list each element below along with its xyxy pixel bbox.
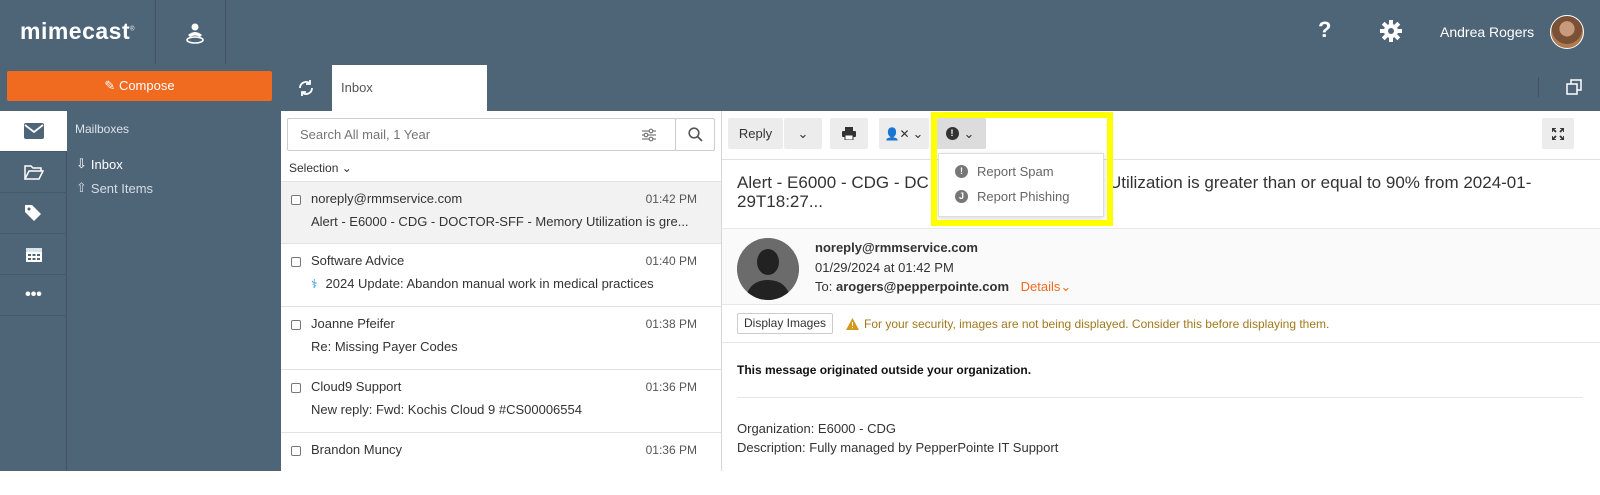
tags-icon[interactable]	[0, 193, 67, 234]
message-subject: 2024 Update: Abandon manual work in medi…	[325, 276, 654, 291]
message-row[interactable]: noreply@rmmservice.com 01:42 PM Alert - …	[281, 181, 721, 244]
reply-button[interactable]: Reply	[728, 118, 783, 149]
popout-icon[interactable]	[1566, 79, 1582, 95]
message-sender: noreply@rmmservice.com	[311, 191, 463, 206]
message-time: 01:40 PM	[645, 254, 697, 268]
details-link[interactable]: Details⌄	[1021, 279, 1072, 294]
body-line: Description: Fully managed by PepperPoin…	[737, 440, 1059, 455]
caduceus-icon: ⚕	[311, 276, 318, 291]
mimecast-logo[interactable]: mimecast®	[20, 18, 135, 45]
help-icon[interactable]: ?	[1318, 17, 1331, 43]
message-sender: Cloud9 Support	[311, 379, 402, 394]
search-button[interactable]	[675, 118, 715, 151]
report-menu-button[interactable]: ! ⌄	[934, 118, 986, 149]
chevron-down-icon: ⌄	[797, 125, 809, 141]
compose-button[interactable]: ✎ Compose	[7, 71, 272, 101]
more-icon[interactable]: •••	[0, 275, 67, 316]
reply-options-button[interactable]: ⌄	[784, 118, 822, 149]
tab-inbox[interactable]: Inbox	[332, 65, 487, 111]
message-to: To: arogers@pepperpointe.com Details⌄	[815, 279, 1072, 294]
envelope-icon[interactable]	[0, 111, 67, 152]
filter-sliders-icon[interactable]	[642, 128, 656, 142]
refresh-icon[interactable]	[297, 79, 315, 97]
message-checkbox[interactable]	[291, 383, 301, 393]
exclamation-icon: !	[945, 127, 959, 140]
icon-rail: •••	[0, 111, 67, 471]
message-subject: Re: Missing Payer Codes	[311, 339, 458, 354]
pencil-icon: ✎	[104, 78, 116, 93]
top-bar: mimecast® ? Andrea Rogers	[0, 0, 1600, 64]
message-subject-heading: Alert - E6000 - CDG - DC y Utilization is…	[737, 173, 1532, 211]
selection-dropdown[interactable]: Selection ⌄	[289, 161, 352, 175]
message-checkbox[interactable]	[291, 320, 301, 330]
message-date: 01/29/2024 at 01:42 PM	[815, 260, 954, 275]
chevron-down-icon: ⌄	[912, 125, 924, 141]
message-row[interactable]: Software Advice 01:40 PM ⚕ 2024 Update: …	[281, 243, 721, 306]
message-time: 01:38 PM	[645, 317, 697, 331]
message-from: noreply@rmmservice.com	[815, 240, 978, 255]
exclamation-icon: !	[955, 165, 968, 178]
warning-icon	[846, 318, 859, 330]
chevron-down-icon: ⌄	[963, 125, 975, 141]
message-time: 01:36 PM	[645, 443, 697, 457]
sidebar-item-inbox[interactable]: ⇩ Inbox	[76, 156, 123, 172]
body-line: Organization: E6000 - CDG	[737, 421, 896, 436]
security-warning: For your security, images are not being …	[846, 317, 1329, 331]
phishing-hook-icon: J	[955, 190, 968, 203]
message-checkbox[interactable]	[291, 195, 301, 205]
sent-icon: ⇧	[76, 180, 87, 195]
print-button[interactable]	[830, 118, 868, 149]
message-toolbar: Reply ⌄ 👤✕ ⌄ ! ⌄	[722, 111, 1600, 160]
display-images-button[interactable]: Display Images	[737, 313, 834, 334]
message-row[interactable]: Brandon Muncy 01:36 PM	[281, 432, 721, 495]
message-row[interactable]: Cloud9 Support 01:36 PM New reply: Fwd: …	[281, 369, 721, 432]
message-subject: Alert - E6000 - CDG - DOCTOR-SFF - Memor…	[311, 214, 689, 229]
user-block-icon: 👤✕	[884, 126, 910, 141]
message-sender: Brandon Muncy	[311, 442, 403, 457]
search-input[interactable]	[287, 118, 676, 151]
expand-button[interactable]	[1542, 118, 1574, 149]
user-support-icon[interactable]	[183, 21, 207, 45]
message-time: 01:42 PM	[645, 192, 697, 206]
message-checkbox[interactable]	[291, 257, 301, 267]
message-row[interactable]: Joanne Pfeifer 01:38 PM Re: Missing Paye…	[281, 306, 721, 369]
calendar-icon[interactable]	[0, 234, 67, 275]
print-icon	[842, 127, 856, 140]
reading-pane: Reply ⌄ 👤✕ ⌄ ! ⌄ Alert - E6000 - CDG - D…	[722, 111, 1600, 471]
divider	[1538, 77, 1539, 97]
search-icon	[687, 127, 703, 142]
mailboxes-panel: Mailboxes ⇩ Inbox ⇧ Sent Items	[67, 111, 281, 471]
external-notice: This message originated outside your org…	[737, 363, 1032, 377]
divider	[737, 397, 1583, 398]
message-header: noreply@rmmservice.com 01/29/2024 at 01:…	[722, 228, 1600, 305]
user-name[interactable]: Andrea Rogers	[1440, 24, 1534, 40]
inbox-icon: ⇩	[76, 156, 87, 171]
message-list: Selection ⌄ noreply@rmmservice.com 01:42…	[281, 111, 722, 471]
message-subject-line: ⚕ 2024 Update: Abandon manual work in me…	[311, 276, 711, 291]
mailboxes-title: Mailboxes	[75, 122, 130, 136]
expand-icon	[1552, 127, 1564, 140]
avatar[interactable]	[1550, 15, 1584, 49]
divider	[225, 0, 226, 64]
menu-item-report-spam[interactable]: ! Report Spam	[955, 164, 1054, 179]
tab-bar: Inbox	[281, 64, 1600, 111]
divider	[722, 342, 1600, 343]
sidebar-item-sent-items[interactable]: ⇧ Sent Items	[76, 180, 153, 196]
message-sender: Software Advice	[311, 253, 405, 268]
message-checkbox[interactable]	[291, 446, 301, 456]
divider	[155, 0, 156, 64]
sender-avatar	[737, 238, 799, 300]
folder-open-icon[interactable]	[0, 152, 67, 193]
report-dropdown-menu: ! Report Spam J Report Phishing	[938, 153, 1104, 217]
message-sender: Joanne Pfeifer	[311, 316, 395, 331]
menu-item-report-phishing[interactable]: J Report Phishing	[955, 189, 1070, 204]
message-time: 01:36 PM	[645, 380, 697, 394]
block-sender-button[interactable]: 👤✕ ⌄	[879, 118, 929, 149]
gear-icon[interactable]	[1380, 20, 1402, 42]
message-subject: New reply: Fwd: Kochis Cloud 9 #CS000065…	[311, 402, 582, 417]
